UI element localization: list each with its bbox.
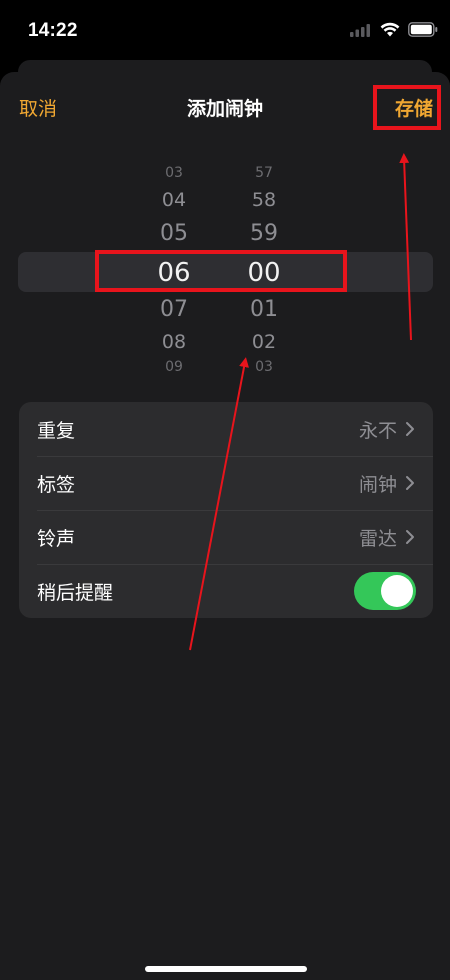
- minute-option[interactable]: 58: [234, 191, 294, 210]
- label-label: 标签: [37, 473, 76, 496]
- label-value: 闹钟: [358, 473, 397, 496]
- status-time: 14:22: [28, 20, 78, 41]
- repeat-label: 重复: [37, 419, 76, 442]
- repeat-value: 永不: [358, 419, 397, 442]
- minute-option[interactable]: 03: [234, 360, 294, 374]
- repeat-row[interactable]: 重复 永不: [19, 402, 433, 456]
- snooze-label: 稍后提醒: [37, 581, 114, 604]
- picker-selection-band: [18, 252, 433, 292]
- status-icons: [350, 22, 438, 37]
- minute-selected[interactable]: 00: [234, 260, 294, 286]
- minute-option[interactable]: 57: [234, 166, 294, 180]
- minute-wheel[interactable]: 57 58 59 00 01 02 03: [234, 154, 294, 384]
- hour-option[interactable]: 05: [144, 223, 204, 245]
- hour-wheel[interactable]: 03 04 05 06 07 08 09: [144, 154, 204, 384]
- wifi-icon: [380, 22, 400, 37]
- hour-option[interactable]: 03: [144, 166, 204, 180]
- chevron-right-icon: [406, 530, 414, 544]
- sound-value: 雷达: [358, 527, 397, 550]
- add-alarm-sheet: 取消 添加闹钟 存储 03 04 05 06 07 08 09 57 58 59…: [0, 72, 450, 980]
- battery-icon: [408, 22, 438, 37]
- screen: 14:22 取消 添加闹钟 存储 03 04 05 06 07 08 09 57…: [0, 0, 450, 980]
- hour-option[interactable]: 07: [144, 299, 204, 321]
- nav-bar: 取消 添加闹钟 存储: [0, 72, 450, 142]
- hour-option[interactable]: 04: [144, 191, 204, 210]
- signal-icon: [350, 23, 370, 37]
- snooze-toggle[interactable]: [354, 572, 416, 610]
- hour-option[interactable]: 09: [144, 360, 204, 374]
- sound-row[interactable]: 铃声 雷达: [19, 510, 433, 564]
- chevron-right-icon: [406, 476, 414, 490]
- sound-label: 铃声: [37, 527, 76, 550]
- minute-option[interactable]: 59: [234, 223, 294, 245]
- page-title: 添加闹钟: [186, 98, 263, 120]
- time-picker[interactable]: 03 04 05 06 07 08 09 57 58 59 00 01 02 0…: [0, 154, 450, 384]
- save-button[interactable]: 存储: [395, 94, 433, 121]
- chevron-right-icon: [406, 422, 414, 436]
- minute-option[interactable]: 02: [234, 333, 294, 352]
- minute-option[interactable]: 01: [234, 299, 294, 321]
- label-row[interactable]: 标签 闹钟: [19, 456, 433, 510]
- snooze-row: 稍后提醒: [19, 564, 433, 618]
- hour-selected[interactable]: 06: [144, 260, 204, 286]
- alarm-settings-list: 重复 永不 标签 闹钟 铃声 雷达 稍后提醒: [19, 402, 433, 618]
- hour-option[interactable]: 08: [144, 333, 204, 352]
- home-indicator: [145, 966, 307, 972]
- status-bar: 14:22: [0, 0, 450, 64]
- toggle-knob: [381, 575, 413, 607]
